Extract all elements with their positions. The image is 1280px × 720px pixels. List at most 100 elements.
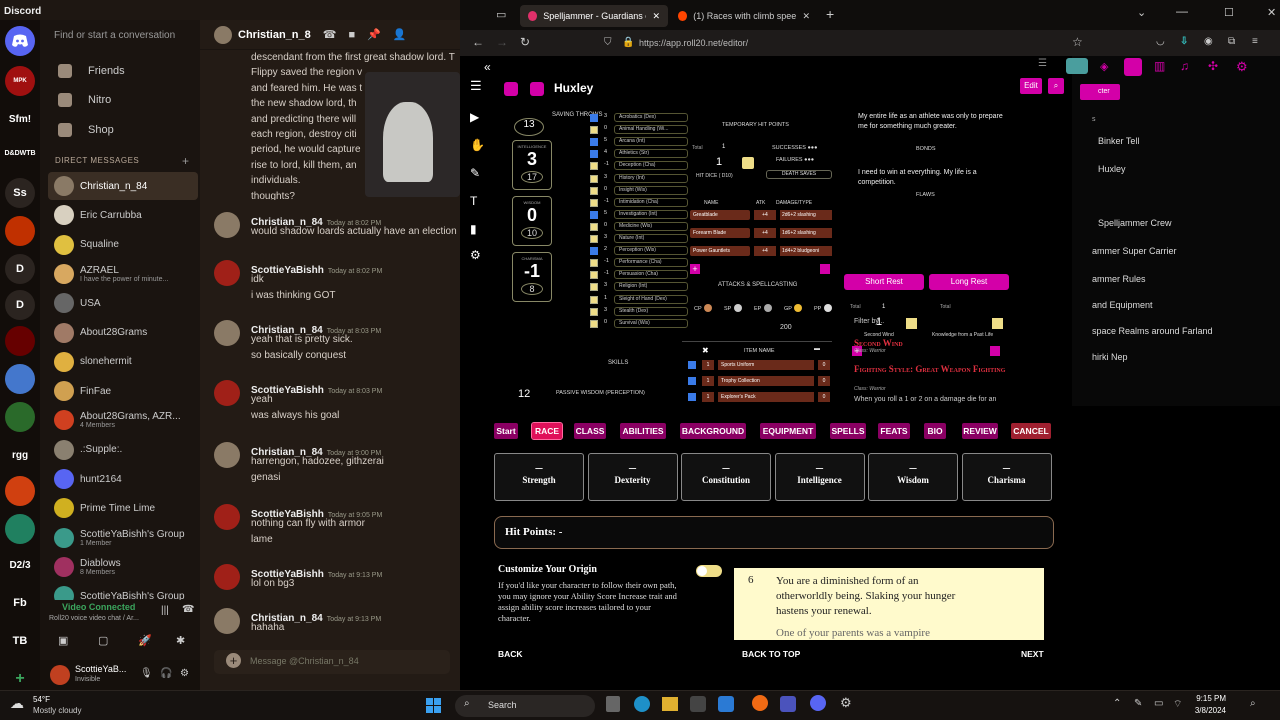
step-background[interactable]: BACKGROUND [680,423,746,439]
item-name[interactable]: Sports Uniform [718,360,814,370]
attack-name[interactable]: Power Gauntlets [690,246,750,256]
camera-off-icon[interactable]: ▣ [58,634,68,647]
edge-icon[interactable] [634,696,650,712]
message-input[interactable]: Message @Christian_n_84 [214,650,450,674]
ability-wisdom[interactable]: – Wisdom [868,453,958,501]
server-icon-mpk[interactable]: MPK [5,66,35,96]
find-conversation-input[interactable]: Find or start a conversation [48,26,193,48]
reload-icon[interactable]: ↻ [520,35,530,49]
skill-proficiency-checkbox[interactable] [590,307,598,316]
journal-entry[interactable]: hirki Nep [1092,352,1128,362]
skill-proficiency-checkbox[interactable] [590,235,598,243]
mail-icon[interactable] [718,696,734,712]
skill-name[interactable]: Animal Handling (Wi... [614,125,688,135]
item-name[interactable]: Trophy Collection [718,376,814,386]
skill-name[interactable]: Religion (Int) [614,282,688,292]
server-icon-d23[interactable]: D2/3 [5,550,35,580]
pocket-icon[interactable]: ◡ [1156,36,1165,47]
skill-proficiency-checkbox[interactable] [590,198,598,207]
res2-roll-icon[interactable] [992,318,1003,329]
server-icon-fb[interactable]: Fb [5,588,35,618]
skill-name[interactable]: Intimidation (Cha) [614,197,688,207]
tray-wifi-icon[interactable]: ⌔ [1173,698,1182,711]
server-icon-rgg[interactable]: rgg [5,440,35,470]
journal-entry[interactable]: Binker Tell [1098,136,1139,146]
coin-gp[interactable]: GP [784,306,792,312]
chat-bubble-icon[interactable]: ☰ [1038,58,1047,69]
step-race[interactable]: RACE [531,422,563,440]
user-avatar[interactable] [50,665,70,685]
step-feats[interactable]: FEATS [878,423,910,439]
menu-hamburger-icon[interactable]: ≡ [1252,36,1258,47]
step-bio[interactable]: BIO [924,423,946,439]
server-icon-fire[interactable] [5,216,35,246]
tab-art-icon[interactable] [1066,58,1088,74]
collapse-toolbar-icon[interactable]: « [484,60,491,74]
close-window-icon[interactable]: ✕ [1267,6,1276,19]
ability-charisma[interactable]: – Charisma [961,453,1052,501]
server-icon-green[interactable] [5,402,35,432]
task-view-icon[interactable] [606,696,620,712]
tab-close-icon[interactable]: ✕ [802,11,810,22]
step-start[interactable]: Start [494,423,518,439]
tab-collections-icon[interactable]: ✣ [1208,59,1218,73]
skill-proficiency-checkbox[interactable] [590,295,598,304]
skill-proficiency-checkbox[interactable] [590,138,598,147]
scottie-avatar[interactable] [214,380,240,406]
dm-item[interactable]: Prime Time Lime [48,494,198,522]
skill-name[interactable]: Stealth (Dex) [614,306,688,316]
delete-items-icon[interactable]: ✖ [702,346,709,355]
add-friend-icon[interactable]: 👤 [393,28,407,41]
tray-display-icon[interactable]: ▭ [1154,698,1163,709]
measure-ruler-icon[interactable]: ▮ [470,222,477,236]
select-tool-icon[interactable]: ▶ [470,110,479,124]
clock-date[interactable]: 3/8/2024 [1186,706,1226,715]
step-abilities[interactable]: ABILITIES [620,423,666,439]
dm-item[interactable]: About28Grams, AZR... 4 Members [48,406,198,434]
customize-origin-toggle[interactable] [696,565,722,577]
journal-character-tab[interactable]: cter [1080,84,1120,100]
extensions-icon[interactable]: ⧉ [1228,36,1235,47]
item-equipped-checkbox[interactable] [688,361,696,369]
dm-item[interactable]: About28Grams [48,319,198,347]
journal-entry[interactable]: space Realms around Farland [1092,326,1213,336]
skill-name[interactable]: Sleight of Hand (Dex) [614,294,688,304]
skill-name[interactable]: Nature (Int) [614,234,688,243]
skill-proficiency-checkbox[interactable] [590,126,598,135]
step-spells[interactable]: SPELLS [830,423,866,439]
ability-strength[interactable]: – Strength [494,453,584,501]
lock-attacks-icon[interactable] [820,264,830,274]
address-bar[interactable]: https://app.roll20.net/editor/ [595,34,1080,52]
soundboard-icon[interactable]: ✱ [176,634,185,647]
sheet-search-icon[interactable]: ⌕ [1048,78,1064,94]
discord-home-icon[interactable] [5,26,35,56]
tab-settings-icon[interactable]: ⚙ [1236,59,1248,75]
firefox-icon[interactable] [752,695,768,711]
voice-call-icon[interactable]: ☎ [323,28,337,41]
dm-item[interactable]: hunt2164 [48,465,198,493]
mic-icon[interactable]: 🎙 [140,668,153,679]
server-icon-red[interactable] [5,326,35,356]
nav-nitro[interactable]: Nitro [58,93,111,107]
skill-proficiency-checkbox[interactable] [590,259,598,268]
skill-proficiency-checkbox[interactable] [590,174,598,183]
skill-name[interactable]: History (Int) [614,173,688,183]
dm-item[interactable]: Diablows 8 Members [48,553,198,581]
download-icon[interactable]: ⇩ [1180,36,1188,47]
activity-icon[interactable]: 🚀 [138,634,152,647]
journal-entry[interactable]: ammer Super Carrier [1092,246,1177,256]
skill-name[interactable]: Persuasion (Cha) [614,270,688,280]
journal-entry[interactable]: ammer Rules [1092,274,1146,284]
scottie-avatar[interactable] [214,504,240,530]
dm-item[interactable]: Christian_n_84 [48,172,198,200]
windows-start-icon[interactable] [426,698,441,713]
tab-reddit[interactable]: (1) Races with climb speed? : D ✕ [670,5,818,27]
tab-jukebox-icon[interactable]: ♫ [1180,59,1189,73]
skill-proficiency-checkbox[interactable] [590,150,598,159]
pan-hand-icon[interactable]: ✋ [470,138,485,152]
new-tab-plus-icon[interactable]: + [826,6,834,22]
coin-ep[interactable]: EP [754,306,761,312]
headphones-icon[interactable]: 🎧 [160,668,172,679]
coin-sp[interactable]: SP [724,306,731,312]
add-attack-plus-icon[interactable]: + [690,264,700,274]
